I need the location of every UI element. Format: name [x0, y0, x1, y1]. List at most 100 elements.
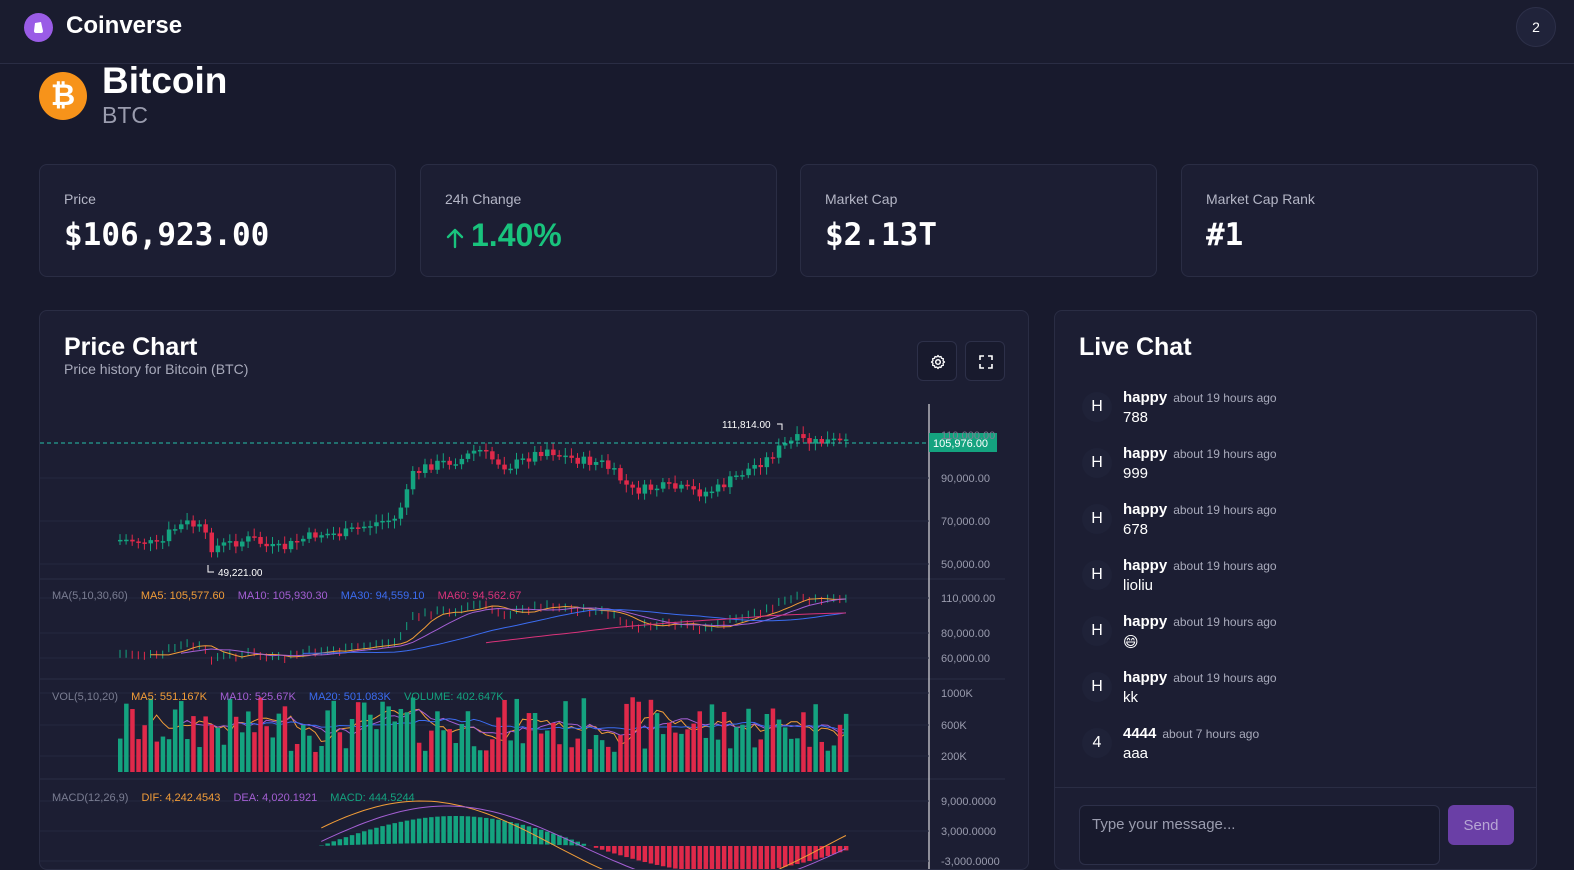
ma30-legend: MA30: 94,559.10: [341, 590, 425, 602]
macd-axis-tick: -3,000.0000: [941, 856, 1000, 868]
vol-ma10-legend: MA10: 525.67K: [220, 691, 296, 703]
chat-message: Hhappyabout 19 hours ago😄: [1079, 613, 1509, 663]
chart-settings-button[interactable]: [917, 341, 957, 381]
message-text: 788: [1123, 409, 1148, 426]
message-text: 678: [1123, 521, 1148, 538]
change-stat-card: 24h Change 1.40%: [420, 164, 777, 277]
stat-value-market-cap: $2.13T: [825, 217, 937, 253]
price-stat-card: Price $106,923.00: [39, 164, 396, 277]
message-username: happy about 19 hours ago: [1123, 557, 1277, 574]
dif-legend: DIF: 4,242.4543: [141, 792, 220, 804]
low-marker: [208, 565, 214, 572]
message-text: lioliu: [1123, 577, 1153, 594]
message-time: about 19 hours ago: [1173, 559, 1276, 573]
vol-ma5-legend: MA5: 551.167K: [131, 691, 207, 703]
message-username: happyabout 19 hours ago: [1123, 445, 1277, 462]
high-price-label: 111,814.00: [722, 420, 771, 431]
chart-subtitle: Price history for Bitcoin (BTC): [64, 361, 248, 377]
chat-message: 44444about 7 hours agoaaa: [1079, 725, 1509, 775]
username: happy: [1123, 445, 1167, 462]
stat-label: Market Cap: [825, 191, 897, 207]
message-avatar: H: [1082, 672, 1112, 702]
chat-title: Live Chat: [1079, 333, 1192, 362]
macd-axis-tick: 9,000.0000: [941, 796, 996, 808]
arrow-up-icon: [445, 227, 465, 249]
price-chart-card: Price Chart Price history for Bitcoin (B…: [39, 310, 1029, 870]
coin-name: Bitcoin: [102, 60, 227, 102]
chart-title: Price Chart: [64, 333, 197, 362]
send-button[interactable]: Send: [1448, 805, 1514, 845]
macd-value-legend: MACD: 444.5244: [330, 792, 414, 804]
candlestick-chart[interactable]: 105,976.00 111,814.00 49,221.00 110,000.…: [40, 401, 1029, 870]
stat-label: Market Cap Rank: [1206, 191, 1315, 207]
user-avatar-button[interactable]: 2: [1516, 7, 1556, 47]
ma-legend-label: MA(5,10,30,60): [52, 590, 128, 602]
message-time: about 19 hours ago: [1173, 615, 1276, 629]
message-time: about 19 hours ago: [1173, 503, 1276, 517]
top-navigation-bar: Coinverse 2: [0, 0, 1574, 64]
chat-message: Hhappyabout 19 hours agolioliu: [1079, 557, 1509, 607]
message-text: 999: [1123, 465, 1148, 482]
ma-axis-tick: 80,000.00: [941, 628, 990, 640]
username: happy: [1123, 501, 1167, 518]
message-username: happyabout 19 hours ago: [1123, 389, 1277, 406]
app-title[interactable]: Coinverse: [66, 12, 182, 40]
stat-label: Price: [64, 191, 96, 207]
chat-message: Hhappy about 19 hours ago 678: [1079, 501, 1509, 551]
macd-axis-tick: 3,000.0000: [941, 826, 996, 838]
message-avatar: H: [1082, 616, 1112, 646]
market-cap-stat-card: Market Cap $2.13T: [800, 164, 1157, 277]
coin-symbol: BTC: [102, 102, 148, 129]
vol-legend: VOL(5,10,20) MA5: 551.167K MA10: 525.67K…: [52, 691, 504, 703]
macd-legend: MACD(12,26,9) DIF: 4,242.4543 DEA: 4,020…: [52, 792, 415, 804]
username: happy: [1123, 557, 1167, 574]
message-username: happy about 19 hours ago: [1123, 501, 1277, 518]
stat-value-rank: #1: [1206, 217, 1243, 253]
message-time: about 19 hours ago: [1173, 671, 1276, 685]
message-avatar: H: [1082, 504, 1112, 534]
price-axis-tick: 110,000.00: [941, 430, 995, 442]
vol-axis-tick: 1000K: [941, 688, 973, 700]
message-text: aaa: [1123, 745, 1148, 762]
ma10-legend: MA10: 105,930.30: [238, 590, 328, 602]
price-axis-tick: 70,000.00: [941, 516, 990, 528]
volume-legend: VOLUME: 402.647K: [404, 691, 504, 703]
ma-axis-tick: 110,000.00: [941, 593, 995, 605]
message-username: 4444 about 7 hours ago: [1123, 725, 1259, 742]
chat-footer: Send: [1055, 787, 1537, 870]
message-username: happyabout 19 hours ago: [1123, 613, 1277, 630]
fullscreen-button[interactable]: [965, 341, 1005, 381]
gear-icon: [930, 354, 946, 370]
ma5-legend: MA5: 105,577.60: [141, 590, 225, 602]
vol-ma20-legend: MA20: 501.083K: [309, 691, 392, 703]
message-username: happy about 19 hours ago: [1123, 669, 1277, 686]
message-avatar: H: [1082, 392, 1112, 422]
message-time: about 7 hours ago: [1162, 727, 1259, 741]
message-avatar: H: [1082, 448, 1112, 478]
ma-legend: MA(5,10,30,60) MA5: 105,577.60 MA10: 105…: [52, 590, 521, 602]
bitcoin-logo-icon: ₿: [39, 72, 87, 120]
chat-message-input[interactable]: [1079, 805, 1440, 865]
live-chat-card: Live Chat Hhappyabout 19 hours ago788Hha…: [1054, 310, 1537, 870]
macd-legend-label: MACD(12,26,9): [52, 792, 128, 804]
stat-label: 24h Change: [445, 191, 521, 207]
high-marker: [777, 424, 782, 430]
stat-value-price: $106,923.00: [64, 217, 269, 253]
low-price-label: 49,221.00: [218, 568, 263, 579]
rank-stat-card: Market Cap Rank #1: [1181, 164, 1538, 277]
price-axis-tick: 90,000.00: [941, 473, 990, 485]
ma-axis-tick: 60,000.00: [941, 653, 990, 665]
message-text: kk: [1123, 689, 1138, 706]
chat-message: Hhappyabout 19 hours ago 788: [1079, 389, 1509, 439]
chat-message: Hhappy about 19 hours ago kk: [1079, 669, 1509, 719]
chat-message: Hhappyabout 19 hours ago 999: [1079, 445, 1509, 495]
price-axis-tick: 50,000.00: [941, 559, 990, 571]
message-time: about 19 hours ago: [1173, 391, 1276, 405]
app-logo-icon[interactable]: [24, 13, 53, 42]
message-avatar: 4: [1082, 728, 1112, 758]
vol-legend-label: VOL(5,10,20): [52, 691, 118, 703]
username: 4444: [1123, 725, 1156, 742]
vol-axis-tick: 600K: [941, 720, 967, 732]
vol-axis-tick: 200K: [941, 751, 967, 763]
username: happy: [1123, 669, 1167, 686]
